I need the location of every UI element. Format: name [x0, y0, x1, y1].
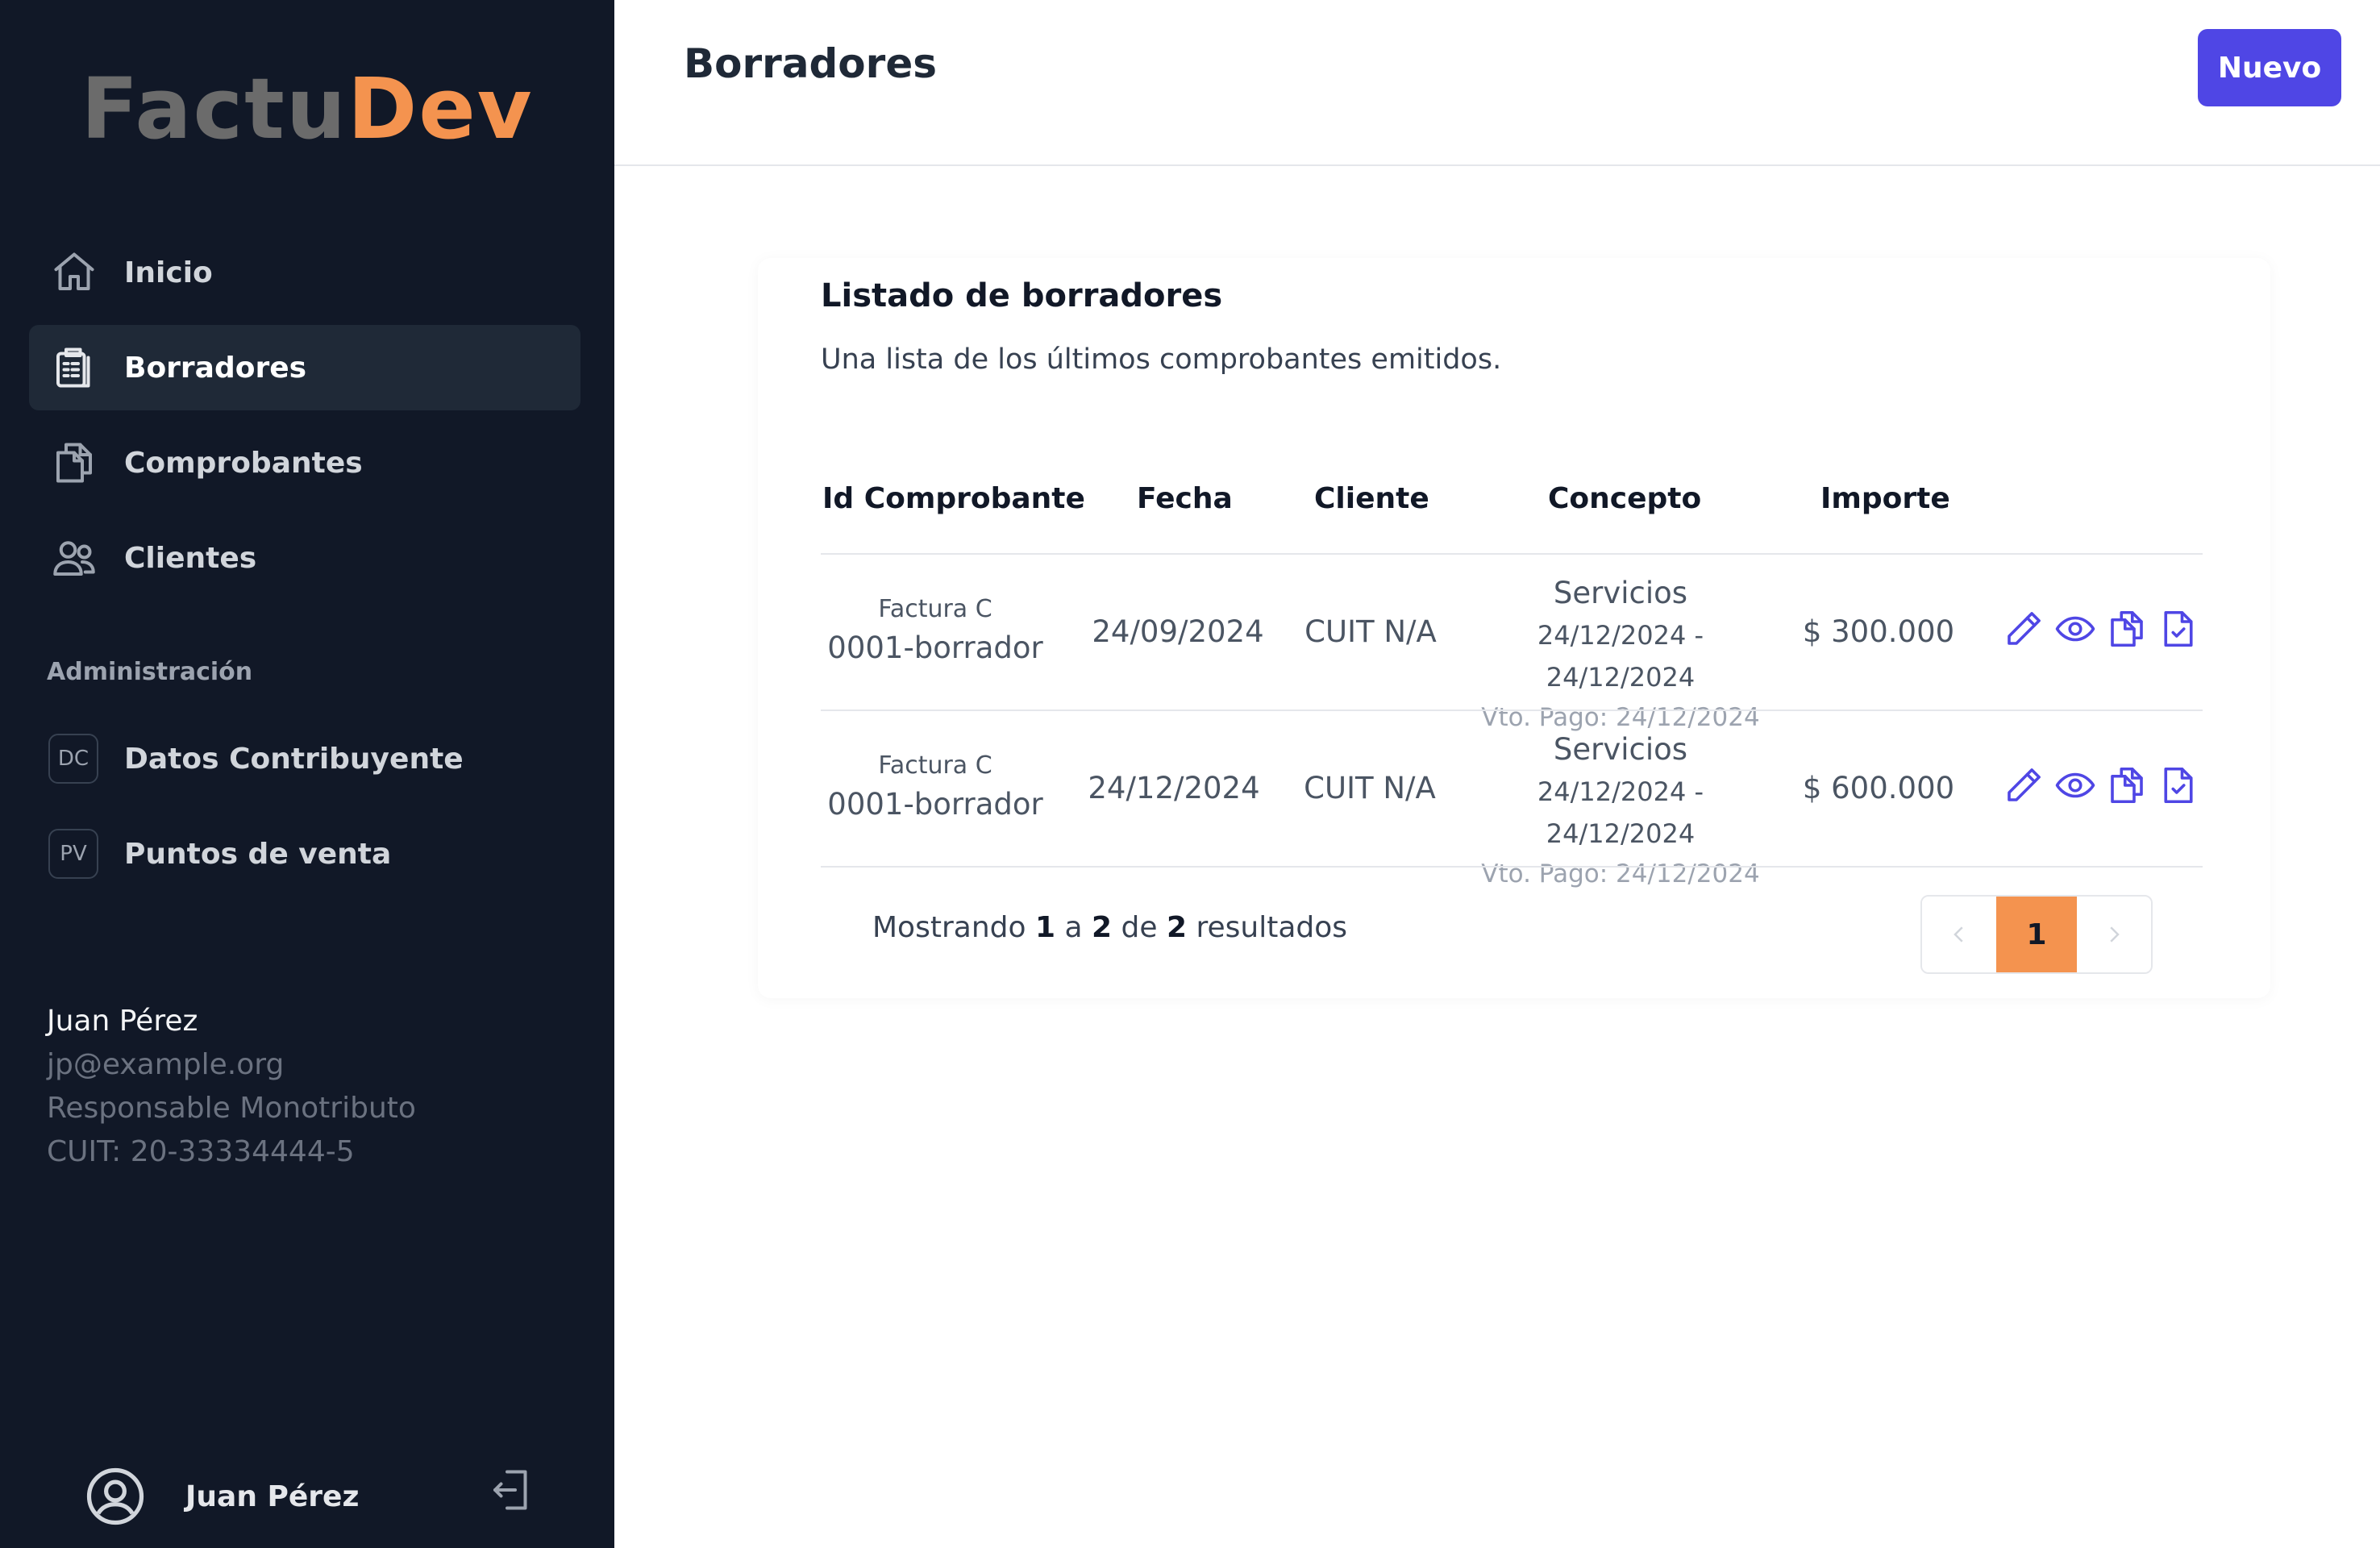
- cell-id: Factura C 0001-borrador: [821, 748, 1050, 826]
- results-suffix: resultados: [1196, 911, 1348, 944]
- sidebar-item-borradores[interactable]: Borradores: [29, 325, 580, 410]
- row-actions: [1998, 759, 2204, 811]
- cell-periodo: 24/12/2024 - 24/12/2024: [1537, 776, 1704, 849]
- page-header: Borradores Nuevo: [614, 0, 2380, 166]
- cell-fecha: 24/09/2024: [1092, 614, 1264, 649]
- logo-text-dev: Dev: [347, 60, 534, 158]
- cell-numero: 0001-borrador: [827, 630, 1043, 665]
- results-total: 2: [1166, 911, 1188, 944]
- document-check-icon[interactable]: [2153, 603, 2204, 655]
- user-name: Juan Pérez: [47, 1005, 198, 1038]
- user-email: jp@example.org: [47, 1048, 285, 1081]
- document-check-icon[interactable]: [2153, 759, 2204, 811]
- card-title: Listado de borradores: [821, 277, 1223, 314]
- chevron-left-icon: [1954, 926, 1963, 943]
- footer-user-name: Juan Pérez: [185, 1479, 360, 1513]
- cell-periodo: 24/12/2024 - 24/12/2024: [1537, 620, 1704, 693]
- app-logo[interactable]: FactuDev: [0, 56, 614, 161]
- sidebar-item-label: Clientes: [124, 541, 257, 575]
- row-divider: [821, 866, 2203, 868]
- previous-page-button[interactable]: [1922, 897, 1996, 972]
- column-header-id: Id Comprobante: [822, 482, 1085, 515]
- cell-importe: $ 600.000: [1802, 771, 1955, 805]
- cell-concepto: Servicios 24/12/2024 - 24/12/2024 Vto. P…: [1461, 729, 1780, 893]
- sidebar-item-label: Borradores: [124, 351, 307, 385]
- cell-numero: 0001-borrador: [827, 787, 1043, 822]
- clipboard-icon: [48, 342, 100, 393]
- row-actions: [1998, 603, 2204, 655]
- results-from: 1: [1034, 911, 1056, 944]
- results-to-label: a: [1064, 911, 1083, 944]
- next-page-button[interactable]: [2077, 897, 2151, 972]
- results-summary: Mostrando 1 a 2 de 2 resultados: [872, 911, 1347, 944]
- results-of-label: de: [1121, 911, 1158, 944]
- page-title: Borradores: [684, 40, 937, 87]
- pv-badge: PV: [48, 829, 98, 879]
- column-header-concepto: Concepto: [1548, 482, 1702, 515]
- new-button[interactable]: Nuevo: [2198, 29, 2341, 106]
- sidebar-item-label: Puntos de venta: [124, 837, 392, 871]
- sidebar-item-label: Inicio: [124, 256, 213, 289]
- sidebar-item-clientes[interactable]: Clientes: [29, 515, 580, 601]
- user-category: Responsable Monotributo: [47, 1092, 416, 1125]
- main-nav: Inicio Borradores Comprobantes Clientes: [29, 230, 580, 610]
- results-label: Mostrando: [872, 911, 1026, 944]
- row-divider: [821, 710, 2203, 711]
- sidebar-item-label: Datos Contribuyente: [124, 742, 464, 776]
- cell-concepto-tipo: Servicios: [1553, 576, 1688, 610]
- sidebar-item-puntos-de-venta[interactable]: PV Puntos de venta: [29, 811, 580, 897]
- sidebar-item-inicio[interactable]: Inicio: [29, 230, 580, 315]
- edit-icon[interactable]: [1998, 603, 2049, 655]
- cell-cliente: CUIT N/A: [1304, 614, 1437, 649]
- column-header-importe: Importe: [1820, 482, 1950, 515]
- card-subtitle: Una lista de los últimos comprobantes em…: [821, 343, 1502, 376]
- cell-id: Factura C 0001-borrador: [821, 592, 1050, 669]
- copy-icon[interactable]: [2101, 603, 2153, 655]
- user-info: Juan Pérez jp@example.org Responsable Mo…: [47, 1000, 416, 1174]
- column-header-cliente: Cliente: [1314, 482, 1429, 515]
- sidebar-item-datos-contribuyente[interactable]: DC Datos Contribuyente: [29, 716, 580, 801]
- documents-icon: [48, 437, 100, 489]
- avatar[interactable]: [84, 1465, 147, 1528]
- sidebar-item-label: Comprobantes: [124, 446, 363, 480]
- logo-text-factu: Factu: [81, 60, 347, 158]
- pagination: 1: [1920, 895, 2153, 974]
- cell-fecha: 24/12/2024: [1088, 771, 1260, 805]
- results-to: 2: [1092, 911, 1113, 944]
- home-icon: [48, 247, 100, 298]
- column-header-fecha: Fecha: [1137, 482, 1233, 515]
- admin-nav: DC Datos Contribuyente PV Puntos de vent…: [29, 716, 580, 906]
- cell-concepto: Servicios 24/12/2024 - 24/12/2024 Vto. P…: [1461, 572, 1780, 737]
- cell-tipo: Factura C: [878, 751, 992, 780]
- chevron-right-icon: [2110, 926, 2120, 943]
- cell-vto: Vto. Pago: 24/12/2024: [1481, 859, 1760, 888]
- dc-badge: DC: [48, 734, 98, 784]
- copy-icon[interactable]: [2101, 759, 2153, 811]
- page-button-current[interactable]: 1: [1996, 897, 2077, 972]
- cell-tipo: Factura C: [878, 595, 992, 623]
- cell-cliente: CUIT N/A: [1304, 771, 1436, 805]
- sidebar: FactuDev Inicio Borradores Comprobantes …: [0, 0, 614, 1548]
- header-divider: [821, 553, 2203, 555]
- section-title-administracion: Administración: [47, 658, 253, 686]
- cell-concepto-tipo: Servicios: [1553, 732, 1688, 767]
- eye-icon[interactable]: [2049, 603, 2101, 655]
- eye-icon[interactable]: [2049, 759, 2101, 811]
- sidebar-item-comprobantes[interactable]: Comprobantes: [29, 420, 580, 506]
- logout-icon[interactable]: [487, 1466, 543, 1522]
- users-icon: [48, 532, 100, 584]
- edit-icon[interactable]: [1998, 759, 2049, 811]
- user-cuit: CUIT: 20-33334444-5: [47, 1135, 355, 1168]
- footer-user: Juan Pérez: [84, 1461, 551, 1532]
- drafts-card: Listado de borradores Una lista de los ú…: [758, 258, 2270, 998]
- cell-importe: $ 300.000: [1802, 614, 1955, 649]
